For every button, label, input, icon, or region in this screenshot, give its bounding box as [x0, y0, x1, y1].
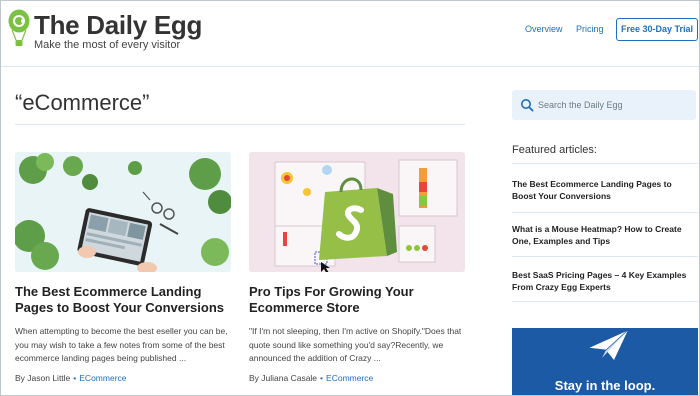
free-trial-button[interactable]: Free 30-Day Trial	[616, 18, 698, 41]
featured-heading: Featured articles:	[512, 144, 597, 156]
search-input[interactable]	[538, 90, 692, 120]
featured-divider	[512, 163, 698, 164]
page-frame: The Daily Egg Make the most of every vis…	[0, 0, 700, 396]
article-category-link[interactable]: ECommerce	[326, 373, 373, 383]
shopify-bag-heatmap-icon[interactable]	[249, 152, 465, 272]
paper-plane-icon	[586, 329, 629, 360]
article-card: The Best Ecommerce Landing Pages to Boos…	[15, 152, 231, 383]
tablet-desk-photo-icon[interactable]	[15, 152, 231, 272]
page-title: “eCommerce”	[15, 90, 150, 115]
search-box	[512, 90, 696, 120]
egg-balloon-logo-icon[interactable]	[7, 9, 31, 49]
article-title[interactable]: Pro Tips For Growing Your Ecommerce Stor…	[249, 284, 465, 316]
article-author: By Juliana Casale	[249, 372, 318, 383]
featured-divider	[512, 256, 698, 257]
article-author: By Jason Little	[15, 372, 71, 383]
article-excerpt: "If I'm not sleeping, then I'm active on…	[249, 326, 462, 363]
article-excerpt: When attempting to become the best esell…	[15, 326, 228, 363]
site-header: The Daily Egg Make the most of every vis…	[1, 1, 699, 67]
article-card: Pro Tips For Growing Your Ecommerce Stor…	[249, 152, 465, 383]
nav-overview-link[interactable]: Overview	[525, 24, 563, 34]
featured-divider	[512, 212, 698, 213]
featured-article-link[interactable]: What is a Mouse Heatmap? How to Create O…	[512, 223, 698, 247]
article-category-link[interactable]: ECommerce	[79, 373, 126, 383]
meta-separator: •	[320, 372, 324, 383]
featured-article-link[interactable]: The Best Ecommerce Landing Pages to Boos…	[512, 178, 698, 202]
search-icon	[521, 99, 534, 112]
featured-divider	[512, 301, 698, 302]
article-title[interactable]: The Best Ecommerce Landing Pages to Boos…	[15, 284, 231, 316]
article-meta: By Juliana Casale • ECommerce	[249, 373, 465, 383]
nav-pricing-link[interactable]: Pricing	[576, 24, 604, 34]
article-meta: By Jason Little • ECommerce	[15, 373, 231, 383]
title-divider	[15, 124, 465, 125]
newsletter-heading: Stay in the loop.	[554, 378, 656, 393]
brand-tagline: Make the most of every visitor	[34, 39, 181, 51]
meta-separator: •	[73, 372, 77, 383]
newsletter-panel: Stay in the loop.	[512, 328, 698, 395]
brand-title[interactable]: The Daily Egg	[34, 10, 202, 41]
featured-article-link[interactable]: Best SaaS Pricing Pages – 4 Key Examples…	[512, 269, 698, 293]
